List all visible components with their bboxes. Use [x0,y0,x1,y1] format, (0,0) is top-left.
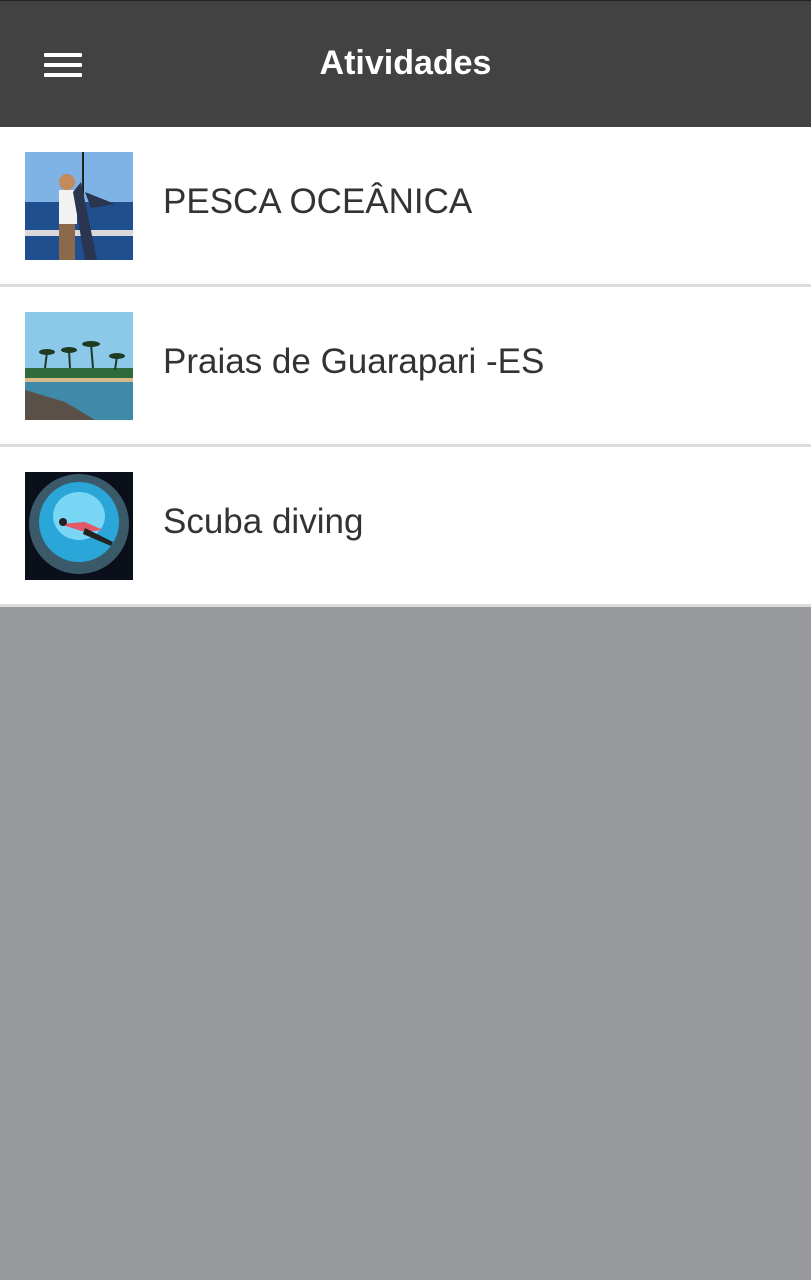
fishing-photo [25,152,133,260]
activity-label: PESCA OCEÂNICA [163,182,473,221]
list-item[interactable]: Scuba diving [0,447,811,607]
beach-photo [25,312,133,420]
list-item[interactable]: Praias de Guarapari -ES [0,287,811,447]
diving-photo [25,472,133,580]
activity-label: Scuba diving [163,502,364,541]
page-title: Atividades [319,44,492,82]
activity-list: PESCA OCEÂNICA Praias de Guarapari -ES S… [0,127,811,607]
activity-label: Praias de Guarapari -ES [163,342,545,381]
app-header: Atividades [0,0,811,127]
list-item[interactable]: PESCA OCEÂNICA [0,127,811,287]
empty-background [0,607,811,1280]
menu-button[interactable] [30,37,96,93]
hamburger-menu-icon [44,53,82,77]
